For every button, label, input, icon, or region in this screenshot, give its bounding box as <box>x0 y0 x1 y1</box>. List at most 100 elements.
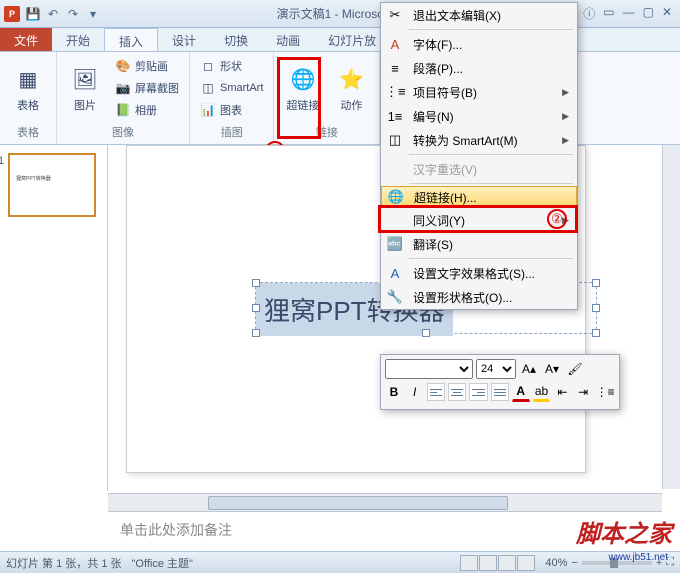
menu-convert-smartart[interactable]: ◫转换为 SmartArt(M)▶ <box>381 128 577 152</box>
menu-synonyms[interactable]: 同义词(Y)▶ <box>381 208 577 232</box>
align-center-icon[interactable] <box>448 383 466 401</box>
align-justify-icon[interactable] <box>491 383 509 401</box>
chart-button[interactable]: 📊图表 <box>196 100 267 120</box>
increase-indent-icon[interactable]: ⇥ <box>574 382 592 402</box>
shapes-button[interactable]: ◻形状 <box>196 56 267 76</box>
font-color-icon[interactable]: A <box>512 382 530 402</box>
minimize-icon[interactable]: — <box>623 5 635 22</box>
align-left-icon[interactable] <box>427 383 445 401</box>
fit-window-icon[interactable]: ⛶ <box>666 556 674 569</box>
arrow-icon: ▶ <box>562 111 569 122</box>
menu-translate[interactable]: 🔤翻译(S) <box>381 232 577 256</box>
menu-chinese-lookup: 汉字重选(V) <box>381 157 577 181</box>
statusbar: 幻灯片 第 1 张，共 1 张 "Office 主题" 40% − + ⛶ <box>0 551 680 573</box>
shrink-font-icon[interactable]: A▾ <box>542 359 562 379</box>
action-button[interactable]: ⭐动作 <box>329 61 373 115</box>
hyperlink-button[interactable]: 🌐超链接 <box>280 61 325 115</box>
minimize-ribbon-icon[interactable]: ▭ <box>603 5 614 22</box>
album-button[interactable]: 📗相册 <box>111 100 183 120</box>
label: 项目符号(B) <box>413 84 554 101</box>
font-family-select[interactable] <box>385 359 473 379</box>
zoom-slider[interactable] <box>582 561 652 565</box>
thumbnail-pane[interactable]: 狸窝PPT转换器 <box>0 145 108 491</box>
label: 剪贴画 <box>135 58 168 74</box>
font-icon: A <box>385 37 405 52</box>
theme-name: "Office 主题" <box>132 555 193 571</box>
shape-format-icon: 🔧 <box>385 289 405 305</box>
menu-hyperlink[interactable]: 🌐超链接(H)... <box>381 186 577 208</box>
slideshow-view-icon[interactable] <box>517 555 535 571</box>
tab-slideshow[interactable]: 幻灯片放 <box>314 28 390 51</box>
resize-handle[interactable] <box>422 329 430 337</box>
cut-icon: ✂ <box>385 7 405 23</box>
scrollbar-thumb[interactable] <box>208 496 508 510</box>
sorter-view-icon[interactable] <box>479 555 497 571</box>
help-icon[interactable]: ⓘ <box>583 5 595 22</box>
menu-shape-format[interactable]: 🔧设置形状格式(O)... <box>381 285 577 309</box>
separator <box>409 154 573 155</box>
label: 转换为 SmartArt(M) <box>413 132 554 149</box>
save-icon[interactable]: 💾 <box>24 5 42 23</box>
label: 形状 <box>220 58 242 74</box>
reading-view-icon[interactable] <box>498 555 516 571</box>
workspace: 狸窝PPT转换器 狸窝PPT转换器 <box>0 145 680 491</box>
tab-insert[interactable]: 插入 <box>104 28 158 51</box>
maximize-icon[interactable]: ▢ <box>643 5 654 22</box>
menu-bullets[interactable]: ⋮≡项目符号(B)▶ <box>381 80 577 104</box>
align-right-icon[interactable] <box>469 383 487 401</box>
tab-home[interactable]: 开始 <box>52 28 104 51</box>
smartart-icon: ◫ <box>200 80 216 96</box>
menu-font[interactable]: A字体(F)... <box>381 32 577 56</box>
grow-font-icon[interactable]: A▴ <box>519 359 539 379</box>
highlight-icon[interactable]: ab <box>533 382 551 402</box>
resize-handle[interactable] <box>252 304 260 312</box>
zoom-level[interactable]: 40% <box>545 557 567 569</box>
italic-icon[interactable]: I <box>406 382 424 402</box>
group-tables: ▦表格 表格 <box>0 52 57 144</box>
notes-pane[interactable]: 单击此处添加备注 <box>108 511 662 551</box>
group-label: 图像 <box>63 122 183 142</box>
menu-paragraph[interactable]: ≡段落(P)... <box>381 56 577 80</box>
close-icon[interactable]: ✕ <box>662 5 672 22</box>
ribbon-tabs: 文件 开始 插入 设计 切换 动画 幻灯片放 <box>0 28 680 52</box>
resize-handle[interactable] <box>592 329 600 337</box>
menu-text-effects[interactable]: A设置文字效果格式(S)... <box>381 261 577 285</box>
arrow-icon: ▶ <box>562 87 569 98</box>
vertical-scrollbar[interactable] <box>662 145 680 489</box>
bold-icon[interactable]: B <box>385 382 403 402</box>
format-painter-icon[interactable]: 🖌 <box>565 359 585 379</box>
font-size-select[interactable]: 24 <box>476 359 516 379</box>
label: 相册 <box>135 102 157 118</box>
menu-numbering[interactable]: 1≡ 编号(N) ▶ <box>381 104 577 128</box>
zoom-in-icon[interactable]: + <box>656 557 662 569</box>
redo-icon[interactable]: ↷ <box>64 5 82 23</box>
resize-handle[interactable] <box>252 329 260 337</box>
clipart-icon: 🎨 <box>115 58 131 74</box>
table-button[interactable]: ▦表格 <box>6 61 50 115</box>
resize-handle[interactable] <box>592 304 600 312</box>
slide-thumbnail-1[interactable]: 狸窝PPT转换器 <box>8 153 96 217</box>
zoom-out-icon[interactable]: − <box>571 557 577 569</box>
view-buttons <box>460 555 535 571</box>
smartart-button[interactable]: ◫SmartArt <box>196 78 267 98</box>
picture-button[interactable]: 🖼图片 <box>63 61 107 115</box>
normal-view-icon[interactable] <box>460 555 478 571</box>
bullets-icon[interactable]: ⋮≡ <box>595 382 615 402</box>
tab-animation[interactable]: 动画 <box>262 28 314 51</box>
label: 编号(N) <box>413 108 554 125</box>
undo-icon[interactable]: ↶ <box>44 5 62 23</box>
label: 图片 <box>74 97 96 113</box>
tab-transition[interactable]: 切换 <box>210 28 262 51</box>
horizontal-scrollbar[interactable] <box>108 493 662 511</box>
tab-design[interactable]: 设计 <box>158 28 210 51</box>
arrow-icon: ▶ <box>562 215 569 226</box>
decrease-indent-icon[interactable]: ⇤ <box>553 382 571 402</box>
tab-file[interactable]: 文件 <box>0 28 52 51</box>
menu-exit-text-edit[interactable]: ✂退出文本编辑(X) <box>381 3 577 27</box>
numbering-icon: 1≡ <box>385 109 405 124</box>
resize-handle[interactable] <box>592 279 600 287</box>
resize-handle[interactable] <box>252 279 260 287</box>
qat-more-icon[interactable]: ▾ <box>84 5 102 23</box>
clipart-button[interactable]: 🎨剪贴画 <box>111 56 183 76</box>
screenshot-button[interactable]: 📷屏幕截图 <box>111 78 183 98</box>
